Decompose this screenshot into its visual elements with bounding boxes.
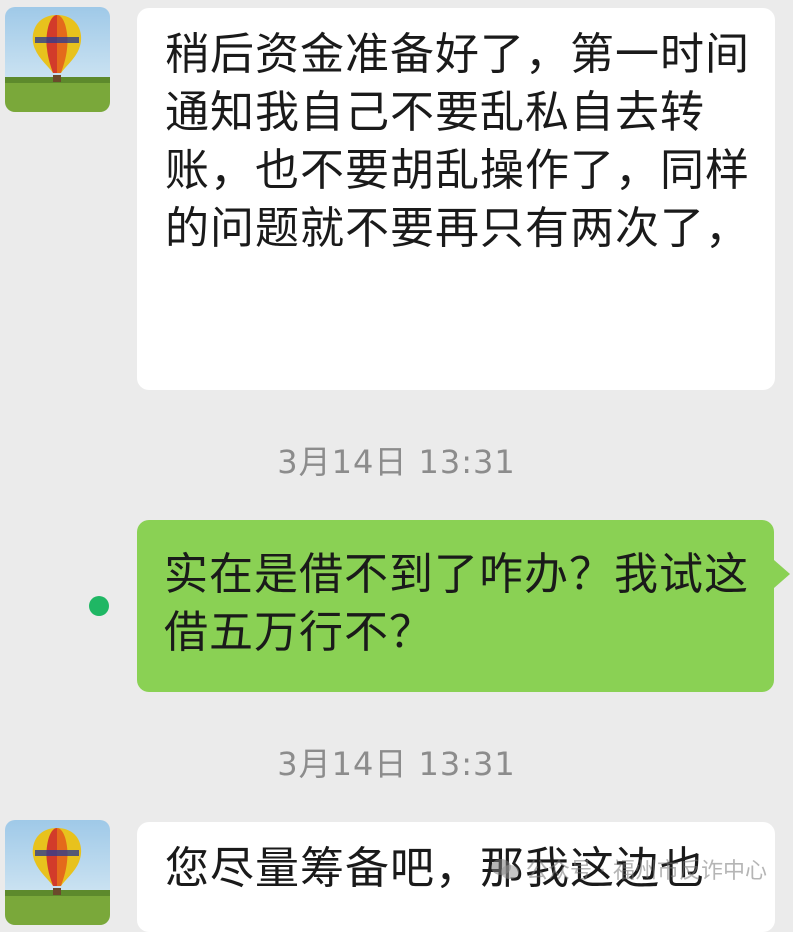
sending-status-dot [89, 596, 109, 616]
message-timestamp: 3月14日 13:31 [277, 745, 516, 783]
chat-view: 稍后资金准备好了，第一时间通知我自己不要乱私自去转账，也不要胡乱操作了，同样的问… [0, 0, 793, 932]
message-bubble-outgoing[interactable]: 实在是借不到了咋办？我试这借五万行不？ [137, 520, 790, 692]
message-text: 稍后资金准备好了，第一时间通知我自己不要乱私自去转账，也不要胡乱操作了，同样的问… [165, 29, 750, 254]
contact-avatar[interactable] [5, 820, 110, 925]
wechat-icon [491, 859, 520, 879]
message-timestamp: 3月14日 13:31 [277, 443, 516, 481]
hot-air-balloon-icon [5, 820, 110, 925]
account-watermark: 公众号 · 福州市反诈中心 [490, 853, 767, 885]
hot-air-balloon-icon [5, 7, 110, 112]
contact-avatar[interactable] [5, 7, 110, 112]
watermark-text: 公众号 · 福州市反诈中心 [526, 859, 767, 884]
message-text: 实在是借不到了咋办？我试这借五万行不？ [164, 549, 749, 658]
message-bubble-incoming[interactable]: 稍后资金准备好了，第一时间通知我自己不要乱私自去转账，也不要胡乱操作了，同样的问… [137, 8, 775, 390]
